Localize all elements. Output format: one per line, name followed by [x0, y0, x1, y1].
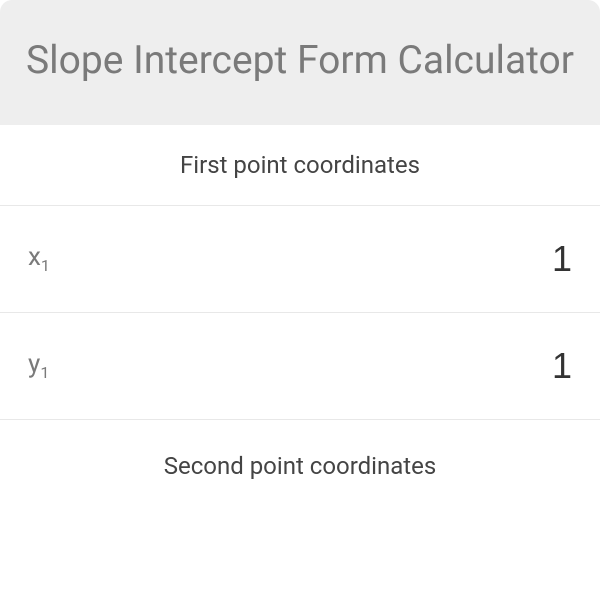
y1-subscript: 1	[40, 363, 49, 382]
y1-row: y1	[0, 313, 600, 420]
header: Slope Intercept Form Calculator	[0, 0, 600, 125]
x1-label: x1	[28, 242, 50, 275]
x1-row: x1	[0, 206, 600, 313]
x1-input[interactable]	[372, 238, 572, 280]
first-point-heading: First point coordinates	[0, 125, 600, 206]
x1-subscript: 1	[41, 256, 50, 275]
x1-label-text: x	[28, 242, 41, 272]
y1-label-text: y	[28, 349, 40, 379]
page-title: Slope Intercept Form Calculator	[20, 36, 580, 85]
calculator-card: Slope Intercept Form Calculator First po…	[0, 0, 600, 490]
y1-input[interactable]	[372, 345, 572, 387]
second-point-heading: Second point coordinates	[0, 420, 600, 490]
y1-label: y1	[28, 349, 49, 382]
